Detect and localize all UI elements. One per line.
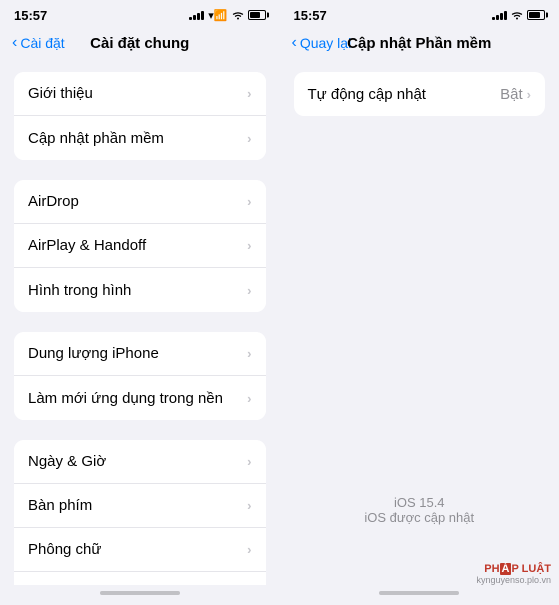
list-item[interactable]: Giới thiệu › [14,72,266,116]
list-item[interactable]: Ngày & Giờ › [14,440,266,484]
ios-update-info: iOS 15.4 iOS được cập nhật [280,495,559,525]
left-status-icons: ▾📶 [189,9,265,22]
right-nav-title: Cập nhật Phần mềm [347,35,491,52]
list-item[interactable]: Tự động cập nhật Bật › [294,72,546,116]
chevron-right-icon: › [247,131,251,146]
ios-status: iOS được cập nhật [280,510,559,525]
watermark: PHÁP LUẬT kynguyenso.plo.vn [476,563,551,585]
right-time: 15:57 [294,8,327,23]
right-panel: 15:57 ‹ Quay lại Cập nhật Phần mềm [280,0,559,605]
brand-highlight: Á [500,563,512,575]
row-right: › [247,283,251,298]
list-item[interactable]: Cập nhật phần mềm › [14,116,266,160]
back-chevron-icon: ‹ [12,34,17,52]
left-group-2: AirDrop › AirPlay & Handoff › Hình trong… [14,180,266,312]
left-nav-title: Cài đặt chung [90,35,189,52]
brand-url: kynguyenso.plo.vn [476,575,551,585]
battery-icon [248,10,266,20]
chevron-right-icon: › [527,87,531,102]
right-status-bar: 15:57 [280,0,559,26]
signal-icon [492,10,507,20]
row-label: Tự động cập nhật [308,86,426,103]
home-indicator [0,585,280,605]
home-bar [379,591,459,595]
left-group-1: Giới thiệu › Cập nhật phần mềm › [14,72,266,160]
left-status-bar: 15:57 ▾📶 [0,0,280,26]
brand-logo: PHÁP LUẬT [476,563,551,575]
list-item[interactable]: Ngôn ngữ & Vùng › [14,572,266,585]
row-label: Ngày & Giờ [28,453,106,470]
row-right: › [247,194,251,209]
row-label: Giới thiệu [28,85,93,102]
list-item[interactable]: AirDrop › [14,180,266,224]
left-back-button[interactable]: ‹ Cài đặt [12,34,65,52]
ios-version: iOS 15.4 [280,495,559,510]
row-label: Bàn phím [28,497,92,514]
right-back-button[interactable]: ‹ Quay lại [292,34,352,52]
left-back-label: Cài đặt [20,35,64,51]
chevron-right-icon: › [247,542,251,557]
right-nav-bar: ‹ Quay lại Cập nhật Phần mềm [280,26,559,64]
wifi-icon [511,10,523,20]
list-item[interactable]: Làm mới ứng dụng trong nền › [14,376,266,420]
row-label: Dung lượng iPhone [28,345,159,362]
row-right: › [247,391,251,406]
chevron-right-icon: › [247,283,251,298]
chevron-right-icon: › [247,86,251,101]
right-status-icons [492,10,545,20]
row-label: Hình trong hình [28,282,131,299]
left-nav-bar: ‹ Cài đặt Cài đặt chung [0,26,280,64]
row-right: › [247,131,251,146]
row-value: Bật [500,86,523,103]
home-indicator [280,585,559,605]
row-right: › [247,454,251,469]
left-group-4: Ngày & Giờ › Bàn phím › Phông chữ › Ngôn… [14,440,266,585]
chevron-right-icon: › [247,238,251,253]
left-group-3: Dung lượng iPhone › Làm mới ứng dụng tro… [14,332,266,420]
wifi-icon: ▾📶 [208,9,227,22]
row-right: Bật › [500,86,531,103]
back-chevron-icon: ‹ [292,34,297,52]
row-label: Phông chữ [28,541,101,558]
row-right: › [247,346,251,361]
row-right: › [247,238,251,253]
row-right: › [247,86,251,101]
list-item[interactable]: Dung lượng iPhone › [14,332,266,376]
list-item[interactable]: Hình trong hình › [14,268,266,312]
chevron-right-icon: › [247,498,251,513]
row-label: AirDrop [28,193,79,210]
chevron-right-icon: › [247,194,251,209]
left-time: 15:57 [14,8,47,23]
signal-icon [189,10,204,20]
chevron-right-icon: › [247,454,251,469]
list-item[interactable]: Bàn phím › [14,484,266,528]
right-group-1: Tự động cập nhật Bật › [294,72,546,116]
row-right: › [247,542,251,557]
wifi-icon [232,10,244,20]
list-item[interactable]: AirPlay & Handoff › [14,224,266,268]
left-content: Giới thiệu › Cập nhật phần mềm › AirDrop… [0,64,280,585]
row-label: Làm mới ứng dụng trong nền [28,390,223,407]
right-back-label: Quay lại [300,35,351,51]
battery-icon [527,10,545,20]
home-bar [100,591,180,595]
list-item[interactable]: Phông chữ › [14,528,266,572]
row-label: Cập nhật phần mềm [28,130,164,147]
chevron-right-icon: › [247,391,251,406]
row-right: › [247,498,251,513]
left-panel: 15:57 ▾📶 ‹ Cài đặt Cài đặt chung [0,0,280,605]
row-label: AirPlay & Handoff [28,237,146,254]
chevron-right-icon: › [247,346,251,361]
